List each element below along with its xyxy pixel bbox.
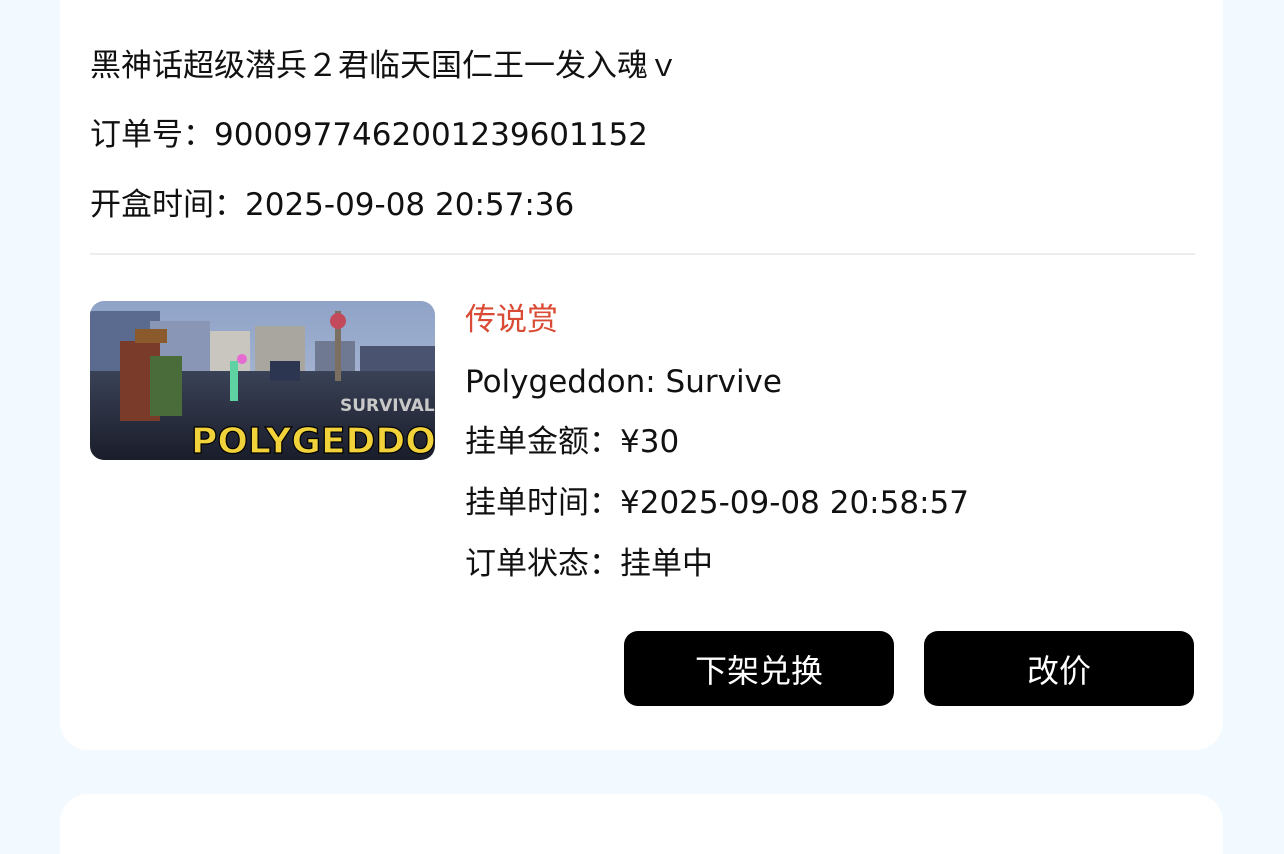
price-value: ¥30 bbox=[620, 424, 680, 460]
open-time-row: 开盒时间：2025-09-08 20:57:36 bbox=[90, 185, 574, 225]
order-title: 黑神话超级潜兵２君临天国仁王一发入魂ｖ bbox=[90, 48, 679, 84]
open-time-value: 2025-09-08 20:57:36 bbox=[245, 187, 575, 223]
status-value: 挂单中 bbox=[620, 546, 713, 582]
price-label: 挂单金额： bbox=[465, 424, 620, 460]
order-card: 黑神话超级潜兵２君临天国仁王一发入魂ｖ 订单号：9000977462001239… bbox=[60, 0, 1223, 750]
change-price-button[interactable]: 改价 bbox=[924, 631, 1194, 706]
delist-exchange-button[interactable]: 下架兑换 bbox=[624, 631, 894, 706]
item-name: Polygeddon: Survive bbox=[465, 364, 782, 400]
order-number-value: 9000977462001239601152 bbox=[214, 117, 648, 153]
status-label: 订单状态： bbox=[465, 546, 620, 582]
divider bbox=[90, 253, 1195, 255]
next-order-card bbox=[60, 794, 1223, 854]
status-row: 订单状态：挂单中 bbox=[465, 544, 713, 584]
order-number-row: 订单号：9000977462001239601152 bbox=[90, 115, 648, 155]
open-time-label: 开盒时间： bbox=[90, 187, 245, 223]
list-time-label: 挂单时间： bbox=[465, 485, 620, 521]
rarity-label: 传说赏 bbox=[465, 302, 558, 338]
price-row: 挂单金额：¥30 bbox=[465, 422, 679, 462]
order-number-label: 订单号： bbox=[90, 117, 214, 153]
game-cover-image: SURVIVAL POLYGEDDON bbox=[90, 301, 435, 460]
cover-logo-big: POLYGEDDON bbox=[191, 421, 435, 460]
list-time-value: ¥2025-09-08 20:58:57 bbox=[620, 485, 969, 521]
list-time-row: 挂单时间：¥2025-09-08 20:58:57 bbox=[465, 483, 969, 523]
cover-logo-small: SURVIVAL bbox=[340, 396, 435, 416]
